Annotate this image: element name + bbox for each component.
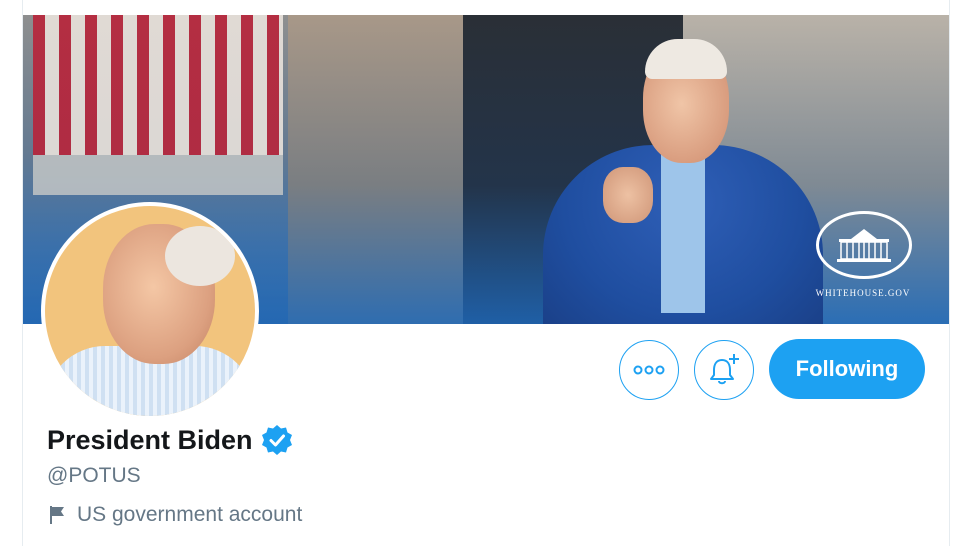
user-handle: @POTUS — [47, 464, 141, 487]
account-category: US government account — [47, 503, 302, 527]
more-options-button[interactable] — [619, 340, 679, 400]
top-strip — [23, 0, 949, 15]
bell-plus-icon — [710, 354, 739, 385]
category-label: US government account — [77, 503, 303, 526]
verified-badge-icon — [261, 425, 292, 455]
whitehouse-gov-text: WHITEHOUSE.GOV — [815, 288, 911, 298]
white-house-icon — [816, 211, 912, 279]
profile-card: WHITEHOUSE.GOV Following President Biden… — [22, 0, 950, 546]
more-options-icon — [633, 365, 665, 375]
name-row: President Biden — [47, 424, 293, 456]
profile-avatar[interactable] — [41, 202, 259, 420]
flag-icon — [50, 506, 64, 524]
banner-photo-person — [543, 35, 823, 324]
notifications-button[interactable] — [694, 340, 754, 400]
flag-image — [33, 15, 283, 155]
following-button[interactable]: Following — [769, 339, 925, 399]
display-name: President Biden — [47, 424, 253, 455]
